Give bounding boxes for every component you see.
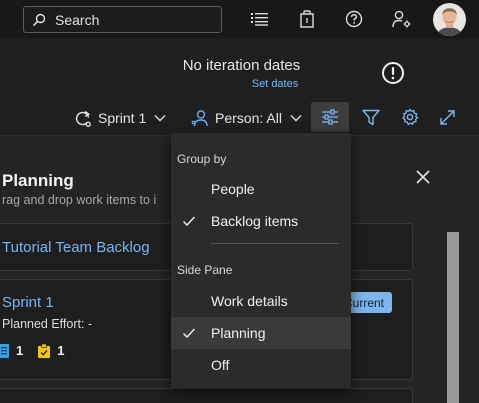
view-options-button[interactable] [311,102,349,132]
settings-button[interactable] [391,102,429,132]
backlog-link[interactable]: Tutorial Team Backlog [2,239,150,256]
chevron-down-icon [154,115,166,122]
set-dates-link[interactable]: Set dates [243,78,307,90]
menu-item-work-details[interactable]: Work details [171,285,351,317]
list-settings-icon[interactable] [250,9,270,29]
filter-icon [362,109,380,125]
close-pane-button[interactable] [412,166,434,188]
help-icon[interactable] [344,9,364,29]
search-icon [32,13,46,26]
sprint-link[interactable]: Sprint 1 [2,294,54,311]
marketplace-bag-icon[interactable] [297,9,317,29]
menu-item-label: Work details [211,293,288,309]
search-box[interactable]: Search [23,6,222,33]
menu-item-off[interactable]: Off [171,349,351,381]
sprint-label: Sprint 1 [98,110,147,126]
menu-item-label: Planning [211,325,266,341]
sprint-cycle-icon [75,110,91,127]
expand-icon [439,109,455,125]
gear-icon [402,108,419,126]
filter-button[interactable] [352,102,390,132]
menu-item-planning[interactable]: Planning [171,317,351,349]
checkmark-icon [182,328,196,339]
menu-item-people[interactable]: People [171,173,351,205]
menu-item-label: People [211,181,255,197]
sprint-selector[interactable]: Sprint 1 [74,104,166,132]
iteration-dates-title: No iteration dates [182,57,301,74]
view-options-icon [322,109,338,125]
backlog-item-icon [0,343,9,358]
person-icon [191,109,208,126]
backlog-count: 1 [16,343,24,358]
checkmark-icon [182,216,196,227]
fullscreen-button[interactable] [428,102,466,132]
top-bar: Search [0,0,479,38]
group-by-header: Group by [177,152,227,166]
side-pane-header: Side Pane [177,263,233,277]
avatar[interactable] [433,3,466,36]
menu-divider [211,243,339,244]
planning-title: Planning [2,171,74,190]
planned-effort: Planned Effort: - [2,317,93,331]
scrollbar-thumb[interactable] [447,232,459,403]
exclamation-circle-icon[interactable] [381,61,405,85]
task-clipboard-icon [38,343,51,358]
close-icon [416,170,430,184]
user-settings-icon[interactable] [392,9,412,29]
next-sprint-card[interactable] [0,388,413,403]
view-options-menu: Group by People Backlog items Side Pane … [171,133,351,388]
menu-item-label: Off [211,357,230,373]
person-filter-label: Person: All [215,110,282,126]
menu-item-backlog-items[interactable]: Backlog items [171,205,351,237]
planning-subtitle: rag and drop work items to i [2,193,157,207]
person-filter-selector[interactable]: Person: All [191,104,302,132]
task-count: 1 [57,343,65,358]
menu-item-label: Backlog items [211,213,299,229]
search-placeholder: Search [55,11,100,28]
chevron-down-icon [290,115,302,122]
work-item-counts: 1 1 [0,343,64,358]
